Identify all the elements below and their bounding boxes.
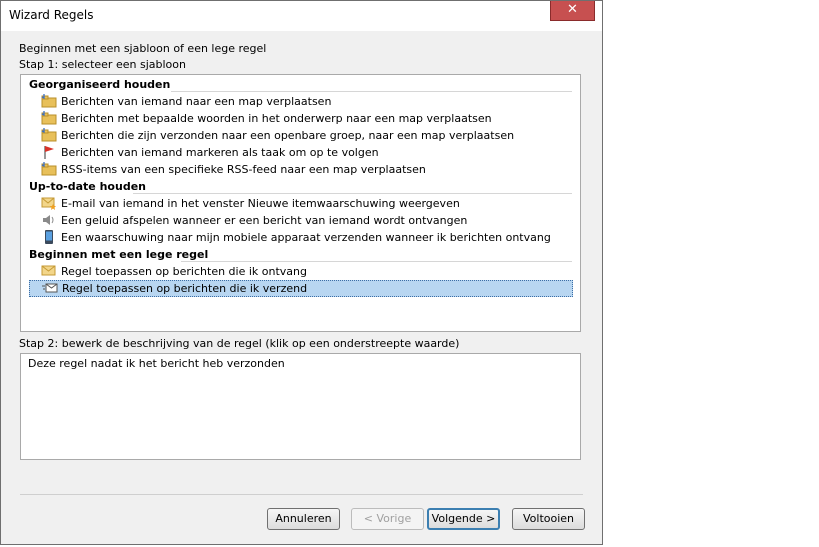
group-divider xyxy=(181,261,572,262)
window-title: Wizard Regels xyxy=(9,8,94,22)
list-item-label: Berichten met bepaalde woorden in het on… xyxy=(61,112,492,125)
next-button[interactable]: Volgende > xyxy=(427,508,500,530)
list-item-mobile-alert[interactable]: Een waarschuwing naar mijn mobiele appar… xyxy=(29,229,573,246)
group-divider xyxy=(171,91,572,92)
envelope-star-icon xyxy=(41,197,56,210)
wizard-dialog: Wizard Regels ✕ Beginnen met een sjabloo… xyxy=(0,0,603,545)
list-item-new-item-alert[interactable]: E-mail van iemand in het venster Nieuwe … xyxy=(29,195,573,212)
red-flag-icon xyxy=(44,146,54,159)
mobile-phone-icon xyxy=(45,230,53,244)
group-header-uptodate: Up-to-date houden xyxy=(29,180,146,193)
list-item-label: Een geluid afspelen wanneer er een beric… xyxy=(61,214,468,227)
finish-button[interactable]: Voltooien xyxy=(512,508,585,530)
send-mail-icon xyxy=(42,283,58,293)
list-item-label: Regel toepassen op berichten die ik verz… xyxy=(62,282,308,295)
list-item-label: Berichten van iemand markeren als taak o… xyxy=(61,146,379,159)
step1-label: Stap 1: selecteer een sjabloon xyxy=(19,58,186,71)
folder-move-icon xyxy=(41,94,57,108)
back-button[interactable]: < Vorige xyxy=(351,508,424,530)
folder-move-icon xyxy=(41,162,57,176)
step2-label: Stap 2: bewerk de beschrijving van de re… xyxy=(19,337,460,350)
list-item-move-rss[interactable]: RSS-items van een specifieke RSS-feed na… xyxy=(29,161,573,178)
list-item-label: Berichten van iemand naar een map verpla… xyxy=(61,95,332,108)
list-item-move-with-words[interactable]: Berichten met bepaalde woorden in het on… xyxy=(29,110,573,127)
close-button[interactable]: ✕ xyxy=(550,1,595,21)
list-item-flag-followup[interactable]: Berichten van iemand markeren als taak o… xyxy=(29,144,573,161)
list-item-label: Een waarschuwing naar mijn mobiele appar… xyxy=(61,231,551,244)
group-header-blank-rule: Beginnen met een lege regel xyxy=(29,248,209,261)
list-item-label: Regel toepassen op berichten die ik ontv… xyxy=(61,265,308,278)
cancel-button[interactable]: Annuleren xyxy=(267,508,340,530)
folder-move-icon xyxy=(41,111,57,125)
list-item-label: E-mail van iemand in het venster Nieuwe … xyxy=(61,197,460,210)
speaker-icon xyxy=(43,215,54,225)
list-item-apply-on-send[interactable]: Regel toepassen op berichten die ik verz… xyxy=(29,280,573,297)
folder-move-icon xyxy=(41,128,57,142)
list-item-move-public-group[interactable]: Berichten die zijn verzonden naar een op… xyxy=(29,127,573,144)
intro-heading: Beginnen met een sjabloon of een lege re… xyxy=(19,42,267,55)
envelope-icon xyxy=(41,265,56,276)
title-bar: Wizard Regels ✕ xyxy=(1,1,602,31)
list-item-label: RSS-items van een specifieke RSS-feed na… xyxy=(61,163,426,176)
template-list[interactable]: Georganiseerd houden Berichten van ieman… xyxy=(20,74,581,332)
group-header-organize: Georganiseerd houden xyxy=(29,78,171,91)
rule-description-text: Deze regel nadat ik het bericht heb verz… xyxy=(28,357,285,370)
list-item-play-sound[interactable]: Een geluid afspelen wanneer er een beric… xyxy=(29,212,573,229)
group-divider xyxy=(133,193,572,194)
list-item-move-from-person[interactable]: Berichten van iemand naar een map verpla… xyxy=(29,93,573,110)
list-item-apply-on-receive[interactable]: Regel toepassen op berichten die ik ontv… xyxy=(29,263,573,280)
footer-divider xyxy=(20,494,583,495)
rule-description-box[interactable]: Deze regel nadat ik het bericht heb verz… xyxy=(20,353,581,460)
list-item-label: Berichten die zijn verzonden naar een op… xyxy=(61,129,515,142)
